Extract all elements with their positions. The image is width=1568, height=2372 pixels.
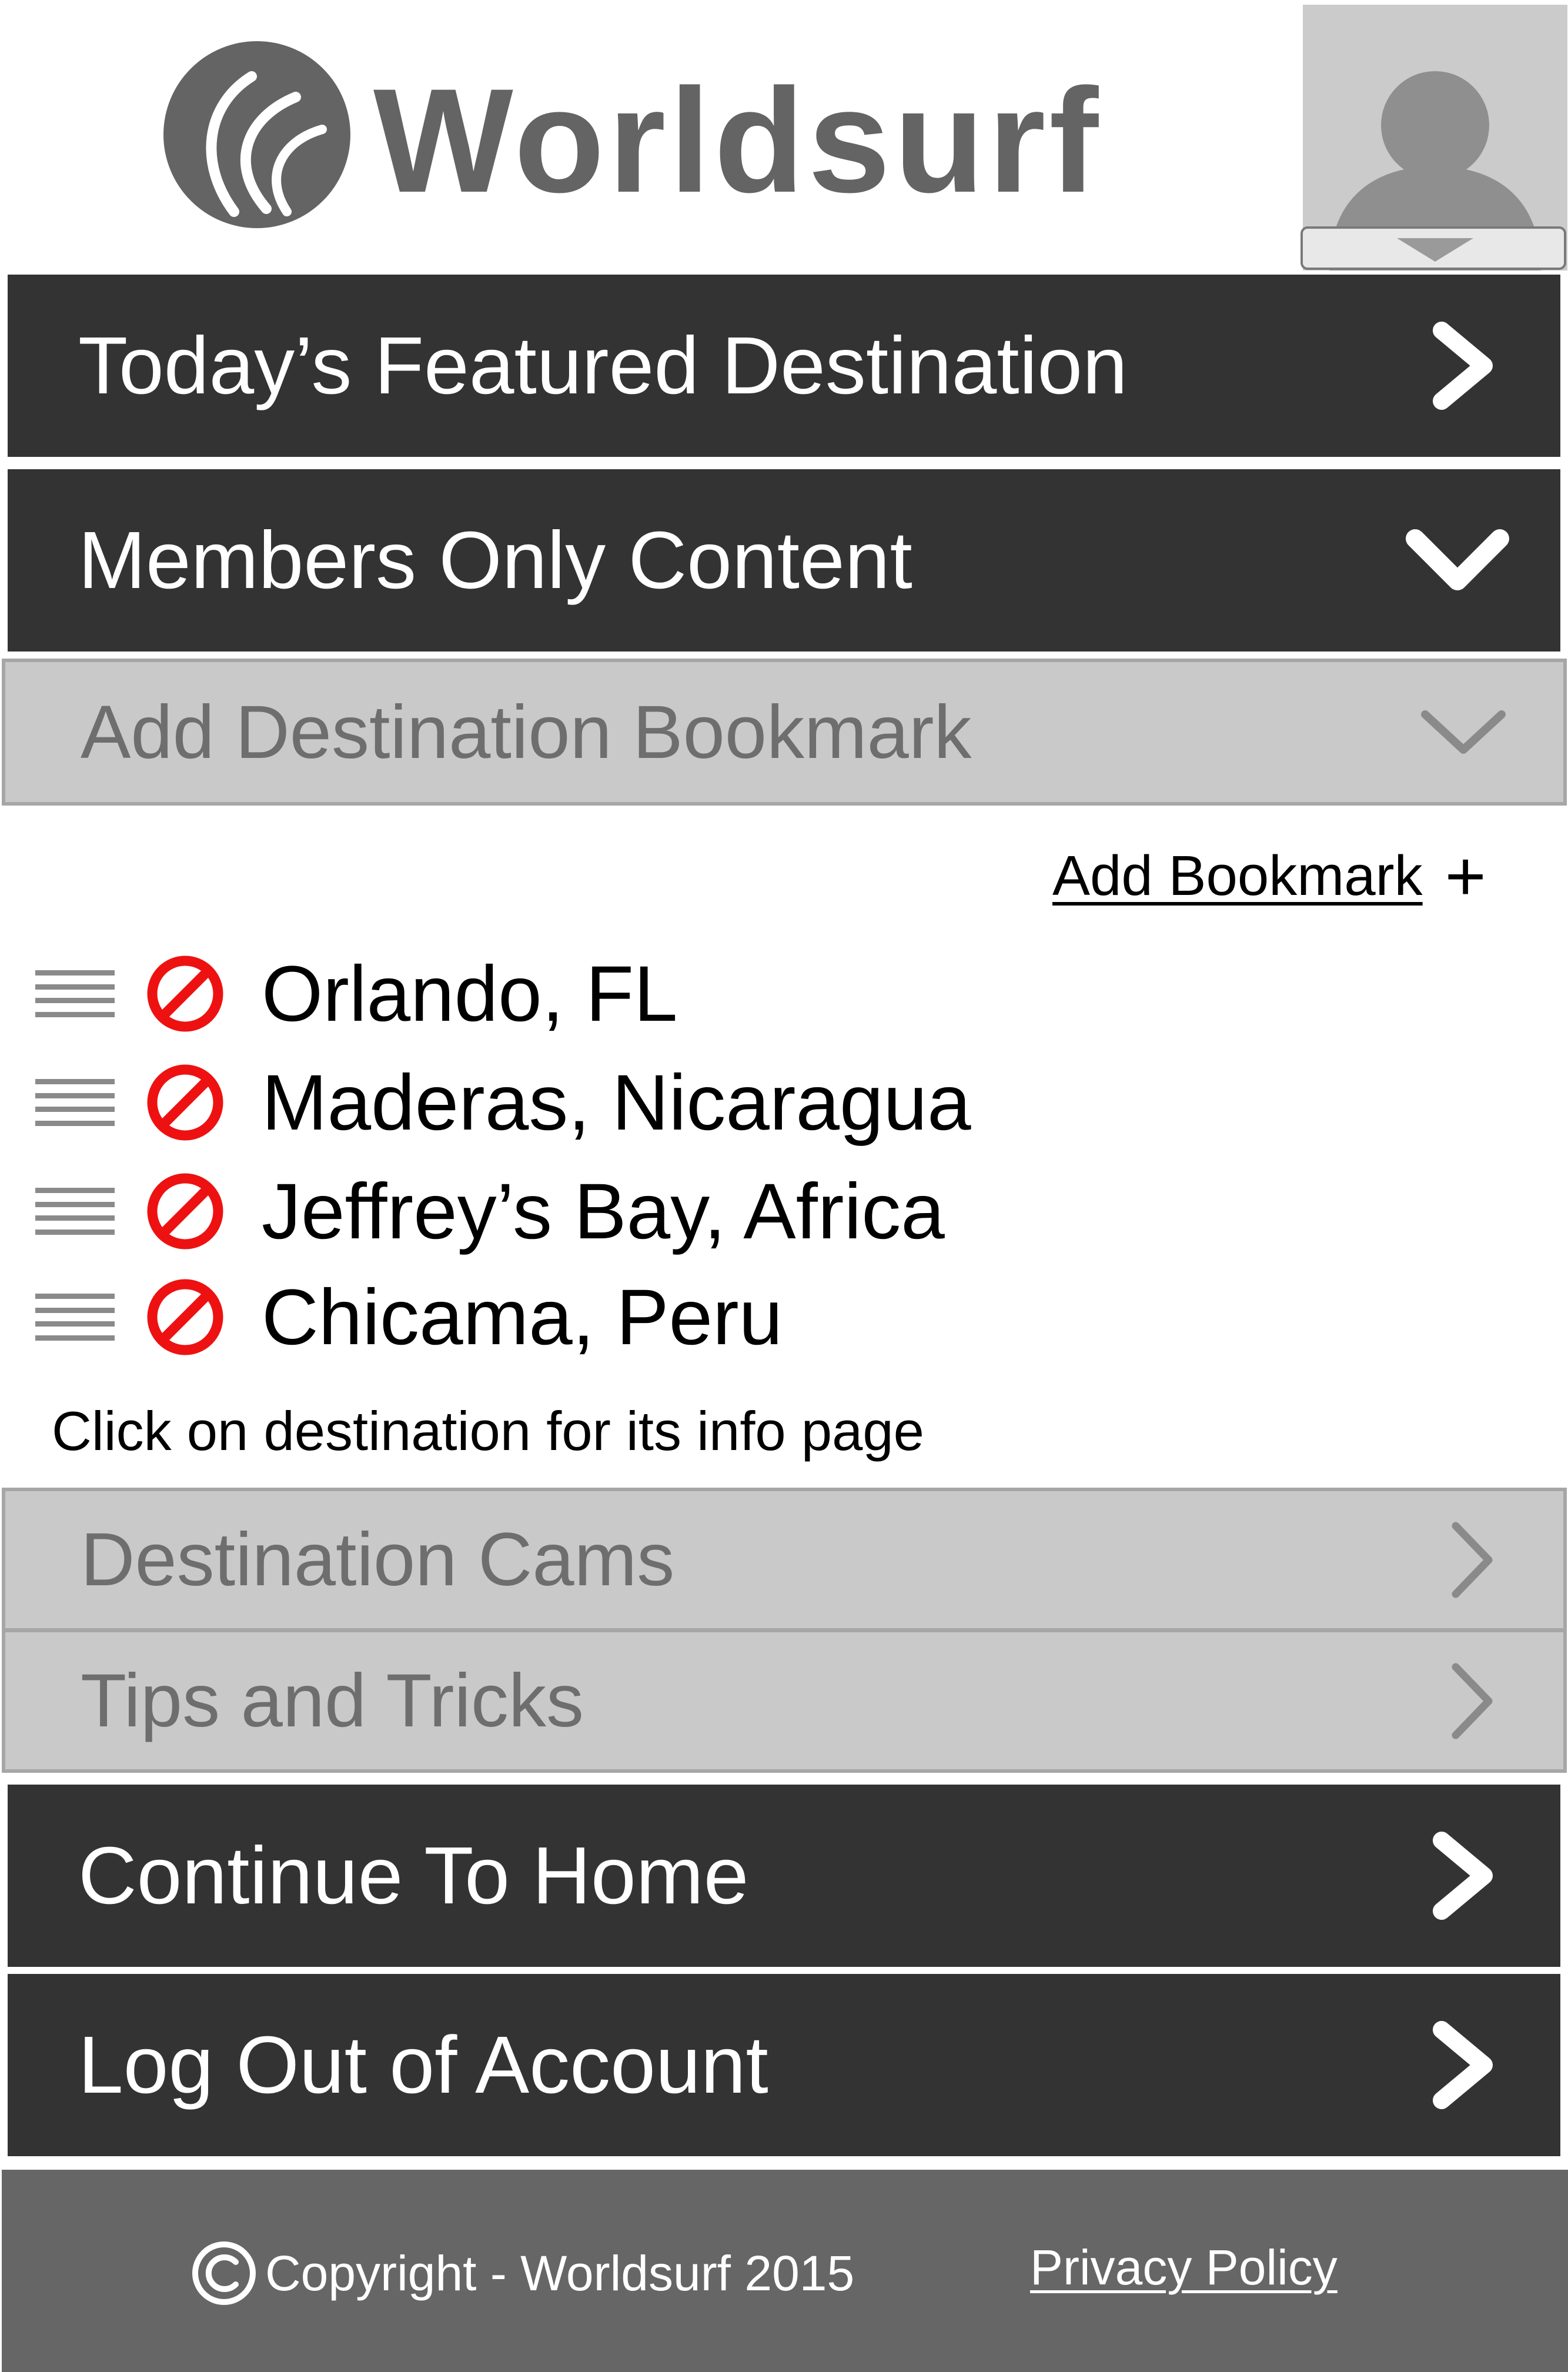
bookmark-hint-text: Click on destination for its info page — [52, 1400, 924, 1462]
featured-destination-label: Today’s Featured Destination — [78, 320, 1128, 411]
bookmark-item[interactable]: Maderas, Nicaragua — [35, 1053, 971, 1152]
log-out-button[interactable]: Log Out of Account — [8, 1974, 1560, 2156]
tips-and-tricks-label: Tips and Tricks — [81, 1659, 584, 1743]
drag-handle-icon[interactable] — [35, 1294, 115, 1341]
drag-handle-icon[interactable] — [35, 1188, 115, 1235]
chevron-right-icon — [1433, 322, 1493, 410]
brand-name: Worldsurf — [373, 58, 1102, 223]
chevron-right-icon — [1433, 1832, 1493, 1920]
add-destination-bookmark-toggle[interactable]: Add Destination Bookmark — [2, 659, 1567, 806]
copyright-icon — [192, 2241, 256, 2305]
add-bookmark-label: Add Bookmark — [1052, 844, 1423, 907]
log-out-label: Log Out of Account — [78, 2019, 768, 2110]
bookmark-name[interactable]: Maderas, Nicaragua — [262, 1058, 971, 1148]
drag-handle-icon[interactable] — [35, 970, 115, 1017]
bookmark-item[interactable]: Chicama, Peru — [35, 1267, 783, 1367]
copyright-text: Copyright - Worldsurf 2015 — [265, 2245, 855, 2301]
add-bookmark-link[interactable]: Add Bookmark + — [1052, 841, 1486, 911]
add-destination-bookmark-label: Add Destination Bookmark — [81, 690, 972, 774]
bookmark-item[interactable]: Jeffrey’s Bay, Africa — [35, 1161, 945, 1261]
destination-cams-button[interactable]: Destination Cams — [2, 1488, 1567, 1632]
chevron-right-icon — [1452, 1663, 1493, 1739]
bookmark-name[interactable]: Orlando, FL — [262, 949, 678, 1039]
bookmark-name[interactable]: Jeffrey’s Bay, Africa — [262, 1167, 945, 1257]
chevron-down-icon — [1421, 710, 1506, 754]
members-only-content-label: Members Only Content — [78, 515, 912, 606]
plus-icon: + — [1445, 837, 1486, 916]
avatar-menu-button[interactable] — [1300, 226, 1566, 270]
delete-bookmark-icon[interactable] — [144, 953, 226, 1035]
privacy-policy-link[interactable]: Privacy Policy — [1030, 2239, 1338, 2296]
drag-handle-icon[interactable] — [35, 1079, 115, 1126]
continue-to-home-button[interactable]: Continue To Home — [8, 1785, 1560, 1967]
bookmark-item[interactable]: Orlando, FL — [35, 944, 678, 1044]
copyright: Copyright - Worldsurf 2015 — [191, 2240, 854, 2306]
bookmark-name[interactable]: Chicama, Peru — [262, 1272, 783, 1362]
chevron-down-icon — [1406, 529, 1509, 590]
delete-bookmark-icon[interactable] — [144, 1170, 226, 1252]
worldsurf-logo-icon[interactable] — [163, 41, 350, 228]
chevron-down-icon — [1397, 238, 1473, 262]
continue-to-home-label: Continue To Home — [78, 1830, 749, 1921]
members-only-content-toggle[interactable]: Members Only Content — [8, 469, 1560, 652]
featured-destination-button[interactable]: Today’s Featured Destination — [8, 275, 1560, 457]
tips-and-tricks-button[interactable]: Tips and Tricks — [2, 1629, 1567, 1773]
chevron-right-icon — [1433, 2021, 1493, 2109]
destination-cams-label: Destination Cams — [81, 1518, 675, 1602]
delete-bookmark-icon[interactable] — [144, 1276, 226, 1358]
chevron-right-icon — [1452, 1522, 1493, 1598]
delete-bookmark-icon[interactable] — [144, 1061, 226, 1144]
